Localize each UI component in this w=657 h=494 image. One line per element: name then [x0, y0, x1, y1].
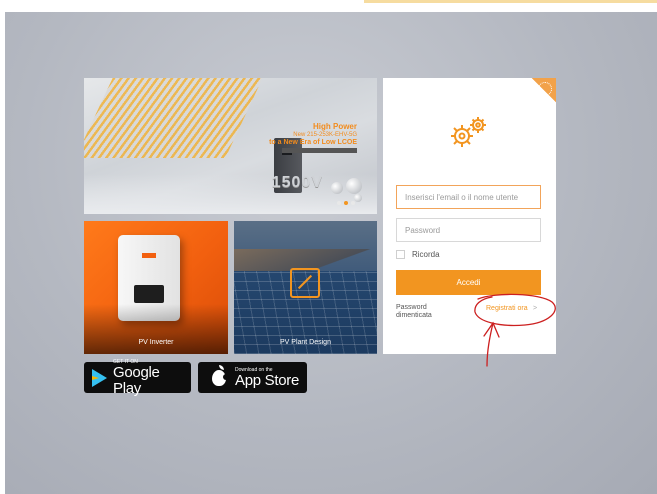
login-button[interactable]: Accedi [396, 270, 541, 295]
tile-pv-inverter-label: PV Inverter [138, 339, 174, 346]
decorative-sphere [354, 194, 362, 202]
email-field[interactable] [396, 185, 541, 209]
carousel-dot[interactable] [351, 201, 355, 205]
apple-icon [212, 364, 229, 386]
google-play-icon [92, 368, 107, 387]
google-play-badge[interactable]: GET IT ON Google Play [84, 359, 191, 396]
remember-label: Ricorda [412, 250, 440, 259]
corner-decoration [526, 78, 556, 108]
hero-line-3: to a New Era of Low LCOE [269, 139, 357, 146]
forgot-password-link[interactable]: Password dimenticata [396, 304, 441, 320]
design-tool-icon [290, 268, 320, 298]
login-card: Ricorda Accedi Password dimenticata Regi… [383, 78, 556, 354]
hero-banner[interactable]: High Power New 215-253K-EHV-5G to a New … [84, 78, 377, 214]
carousel-dot[interactable] [337, 201, 341, 205]
tile-pv-plant-design[interactable]: PV Plant Design [234, 221, 377, 354]
app-store-text: App Store [235, 371, 300, 389]
carousel-dot-active[interactable] [344, 201, 348, 205]
gears-logo-icon [451, 117, 486, 147]
register-arrow-icon: > [533, 305, 538, 312]
hero-headline: High Power New 215-253K-EHV-5G to a New … [269, 122, 357, 153]
hero-line-2: New 215-253K-EHV-5G [293, 132, 357, 138]
decorative-sphere [331, 182, 343, 194]
solar-panel-rays-graphic [84, 78, 263, 158]
app-store-badge[interactable]: Download on the App Store [198, 362, 307, 393]
forgot-password-line-1: Password [396, 304, 427, 311]
forgot-password-line-2: dimenticata [396, 312, 432, 319]
register-link[interactable]: Registrati ora [486, 305, 528, 312]
password-field[interactable] [396, 218, 541, 242]
google-play-text: Google Play [113, 363, 160, 397]
carousel-dots [337, 201, 355, 205]
hero-voltage-text: 1500V [271, 174, 323, 191]
hero-line-1: High Power [312, 122, 357, 131]
top-accent-bar [364, 0, 657, 3]
decorative-sphere [346, 178, 362, 194]
tile-pv-plant-design-label: PV Plant Design [280, 339, 331, 346]
tile-pv-inverter[interactable]: PV Inverter [84, 221, 228, 354]
remember-checkbox[interactable] [396, 250, 405, 259]
